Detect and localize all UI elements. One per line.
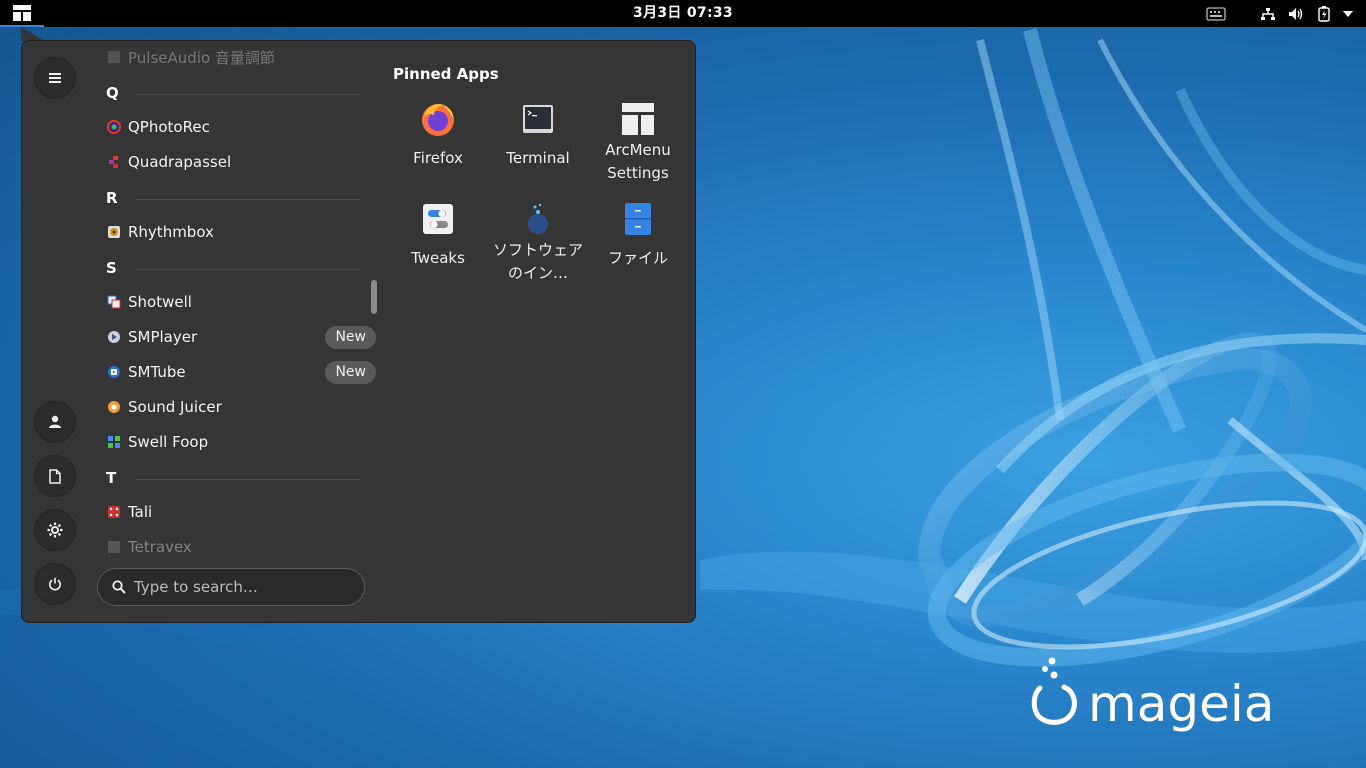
- app-label: SMTube: [128, 363, 186, 381]
- section-letter: S: [106, 259, 117, 277]
- list-item[interactable]: Shotwell: [100, 286, 360, 318]
- list-item[interactable]: Tali: [100, 496, 360, 528]
- arcmenu-button[interactable]: [0, 0, 44, 27]
- hamburger-icon: [49, 73, 61, 83]
- app-label: QPhotoRec: [128, 118, 210, 136]
- terminal-icon: [518, 99, 558, 139]
- quadrapassel-icon: [106, 154, 122, 170]
- app-label: Rhythmbox: [128, 223, 214, 241]
- sound-juicer-icon: [106, 399, 122, 415]
- shotwell-icon: [106, 294, 122, 310]
- clock[interactable]: 3月3日 07:33: [633, 0, 733, 27]
- pinned-app-arcmenu-settings[interactable]: ArcMenu Settings: [590, 99, 686, 199]
- smplayer-icon: [106, 329, 122, 345]
- files-icon: [618, 199, 658, 239]
- tetravex-icon: [106, 539, 122, 555]
- categories-button[interactable]: [34, 57, 76, 99]
- new-badge: New: [325, 361, 376, 384]
- list-item[interactable]: QPhotoRec: [100, 111, 360, 143]
- section-header-t: T: [106, 468, 360, 488]
- power-icon: [49, 577, 61, 591]
- application-list[interactable]: PulseAudio 音量調節 Q QPhotoRec Quadrapassel…: [100, 45, 380, 555]
- mageia-logo: mageia: [1031, 657, 1274, 733]
- app-label: PulseAudio 音量調節: [128, 48, 275, 67]
- documents-button[interactable]: [34, 455, 76, 497]
- pinned-app-label: Firefox: [413, 149, 463, 167]
- system-tray[interactable]: [1198, 0, 1358, 27]
- pinned-app-firefox[interactable]: Firefox: [390, 99, 486, 199]
- volume-icon[interactable]: [1282, 0, 1310, 27]
- software-installer-icon: [518, 199, 558, 239]
- app-label: Tali: [128, 503, 153, 521]
- list-item[interactable]: Tetravex: [100, 531, 360, 555]
- user-button[interactable]: [34, 401, 76, 443]
- gear-icon: [47, 522, 63, 538]
- section-letter: Q: [106, 84, 119, 102]
- section-header-q: Q: [106, 83, 360, 103]
- pinned-app-label: Terminal: [506, 149, 570, 167]
- pinned-app-terminal[interactable]: Terminal: [490, 99, 586, 199]
- app-list-scrollbar[interactable]: [371, 280, 377, 314]
- tali-icon: [106, 504, 122, 520]
- section-header-s: S: [106, 258, 360, 278]
- pinned-app-software-installer[interactable]: ソフトウェアのイン…: [490, 199, 586, 299]
- list-item[interactable]: Sound Juicer: [100, 391, 360, 423]
- system-menu-arrow-icon[interactable]: [1338, 0, 1358, 27]
- section-letter: R: [106, 189, 118, 207]
- list-item[interactable]: Quadrapassel: [100, 146, 360, 178]
- section-header-r: R: [106, 188, 360, 208]
- new-badge: New: [325, 326, 376, 349]
- app-label: Shotwell: [128, 293, 192, 311]
- firefox-icon: [418, 99, 458, 139]
- pinned-app-label: Tweaks: [411, 249, 465, 267]
- pinned-app-label: ソフトウェアのイン…: [492, 241, 583, 282]
- tweaks-icon: [418, 199, 458, 239]
- pinned-app-files[interactable]: ファイル: [590, 199, 686, 299]
- pulseaudio-icon: [106, 49, 122, 65]
- search-box[interactable]: [97, 568, 365, 606]
- list-item[interactable]: SMTube New: [100, 356, 380, 388]
- list-item[interactable]: Swell Foop: [100, 426, 360, 458]
- pinned-app-tweaks[interactable]: Tweaks: [390, 199, 486, 299]
- qphotorec-icon: [106, 119, 122, 135]
- search-icon: [112, 580, 126, 594]
- settings-button[interactable]: [34, 509, 76, 551]
- rhythmbox-icon: [106, 224, 122, 240]
- mageia-logo-text: mageia: [1088, 675, 1274, 733]
- pinned-apps-title: Pinned Apps: [393, 65, 499, 83]
- list-item[interactable]: Rhythmbox: [100, 216, 360, 248]
- network-icon[interactable]: [1254, 0, 1282, 27]
- list-item[interactable]: SMPlayer New: [100, 321, 380, 353]
- search-input[interactable]: [134, 578, 344, 596]
- user-icon: [49, 415, 61, 428]
- pinned-app-label: ArcMenu Settings: [605, 141, 671, 182]
- app-label: Quadrapassel: [128, 153, 232, 171]
- app-label: Swell Foop: [128, 433, 209, 451]
- section-letter: T: [106, 469, 117, 487]
- arcmenu-settings-icon: [618, 99, 658, 139]
- power-button[interactable]: [34, 563, 76, 605]
- list-item[interactable]: PulseAudio 音量調節: [100, 45, 360, 69]
- arcmenu-icon: [13, 4, 31, 21]
- smtube-icon: [106, 364, 122, 380]
- battery-icon[interactable]: [1310, 0, 1338, 27]
- app-label: SMPlayer: [128, 328, 198, 346]
- pinned-app-label: ファイル: [607, 249, 668, 267]
- arcmenu-panel: PulseAudio 音量調節 Q QPhotoRec Quadrapassel…: [21, 40, 696, 623]
- document-icon: [49, 468, 61, 484]
- top-bar: 3月3日 07:33: [0, 0, 1366, 27]
- keyboard-icon[interactable]: [1198, 0, 1234, 27]
- swell-foop-icon: [106, 434, 122, 450]
- app-label: Tetravex: [128, 538, 192, 555]
- app-label: Sound Juicer: [128, 398, 222, 416]
